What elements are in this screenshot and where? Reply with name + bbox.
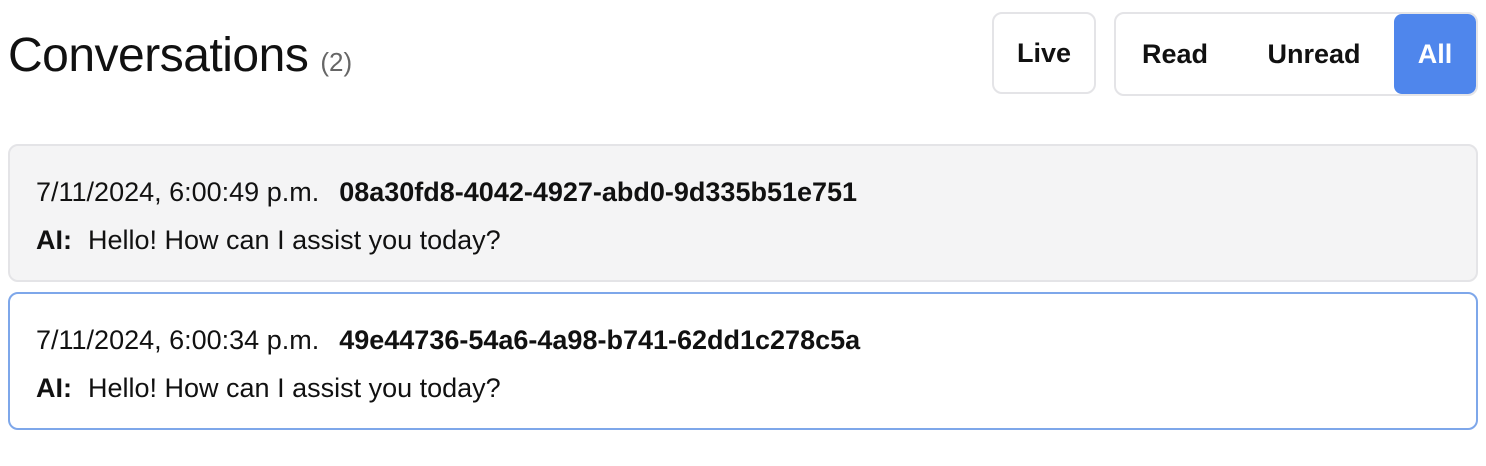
- speaker-label: AI:: [36, 225, 72, 255]
- message-preview: Hello! How can I assist you today?: [88, 225, 501, 255]
- conversations-header: Conversations (2) Live Read Unread All: [8, 12, 1478, 96]
- read-filter-group: Read Unread All: [1114, 12, 1478, 96]
- conversation-id: 49e44736-54a6-4a98-b741-62dd1c278c5a: [339, 325, 861, 355]
- conversation-list: 7/11/2024, 6:00:49 p.m. 08a30fd8-4042-49…: [8, 144, 1478, 440]
- page-title-wrap: Conversations (2): [8, 28, 352, 83]
- conversation-item-selected[interactable]: 7/11/2024, 6:00:34 p.m. 49e44736-54a6-4a…: [8, 292, 1478, 430]
- page-title: Conversations: [8, 29, 309, 82]
- filter-all-button[interactable]: All: [1394, 14, 1476, 94]
- filter-unread-button[interactable]: Unread: [1234, 14, 1394, 94]
- conversation-item[interactable]: 7/11/2024, 6:00:49 p.m. 08a30fd8-4042-49…: [8, 144, 1478, 282]
- conversation-id: 08a30fd8-4042-4927-abd0-9d335b51e751: [339, 177, 858, 207]
- conversation-preview: AI: Hello! How can I assist you today?: [36, 370, 1450, 406]
- conversation-timestamp: 7/11/2024, 6:00:49 p.m.: [36, 177, 320, 207]
- conversation-meta: 7/11/2024, 6:00:34 p.m. 49e44736-54a6-4a…: [36, 322, 1450, 358]
- message-preview: Hello! How can I assist you today?: [88, 373, 501, 403]
- speaker-label: AI:: [36, 373, 72, 403]
- live-button[interactable]: Live: [992, 12, 1096, 94]
- filter-read-button[interactable]: Read: [1116, 14, 1234, 94]
- conversation-count: (2): [320, 47, 353, 77]
- conversation-timestamp: 7/11/2024, 6:00:34 p.m.: [36, 325, 320, 355]
- conversation-meta: 7/11/2024, 6:00:49 p.m. 08a30fd8-4042-49…: [36, 174, 1450, 210]
- conversation-preview: AI: Hello! How can I assist you today?: [36, 222, 1450, 258]
